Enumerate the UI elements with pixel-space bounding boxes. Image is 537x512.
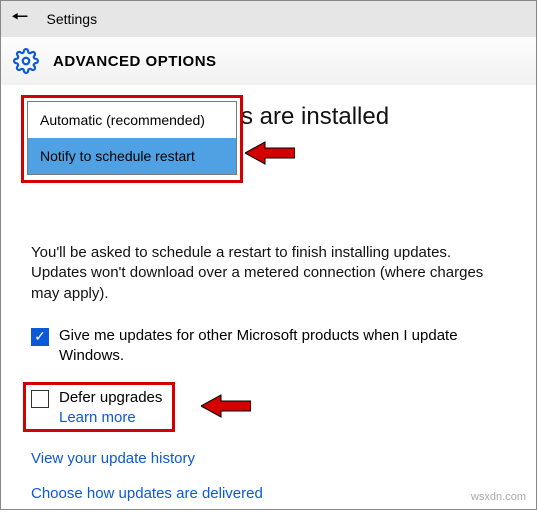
delivery-link[interactable]: Choose how updates are delivered xyxy=(31,485,506,502)
learn-more-link[interactable]: Learn more xyxy=(59,409,162,426)
attribution-text: wsxdn.com xyxy=(471,491,526,503)
heading-visible-text: s are installed xyxy=(241,103,389,130)
install-mode-dropdown[interactable]: Automatic (recommended) Notify to schedu… xyxy=(27,101,237,175)
dropdown-option-automatic[interactable]: Automatic (recommended) xyxy=(28,102,236,138)
checkbox-defer[interactable] xyxy=(31,390,49,408)
checkbox-products-label: Give me updates for other Microsoft prod… xyxy=(59,326,506,367)
back-button[interactable]: 🠔 xyxy=(11,2,29,36)
window-title: Settings xyxy=(47,11,98,27)
checkbox-products[interactable]: ✓ xyxy=(31,328,49,346)
dropdown-option-notify[interactable]: Notify to schedule restart xyxy=(28,138,236,174)
defer-label: Defer upgrades xyxy=(59,388,162,408)
gear-icon xyxy=(13,48,39,74)
checkbox-products-row: ✓ Give me updates for other Microsoft pr… xyxy=(31,326,506,367)
description-text: You'll be asked to schedule a restart to… xyxy=(31,243,506,304)
view-history-link[interactable]: View your update history xyxy=(31,450,506,467)
annotation-arrow-icon xyxy=(201,392,251,420)
titlebar: 🠔 Settings xyxy=(1,1,536,37)
page-title: ADVANCED OPTIONS xyxy=(53,53,217,70)
defer-row: Defer upgrades Learn more xyxy=(31,388,506,425)
subheader: ADVANCED OPTIONS xyxy=(1,37,536,85)
